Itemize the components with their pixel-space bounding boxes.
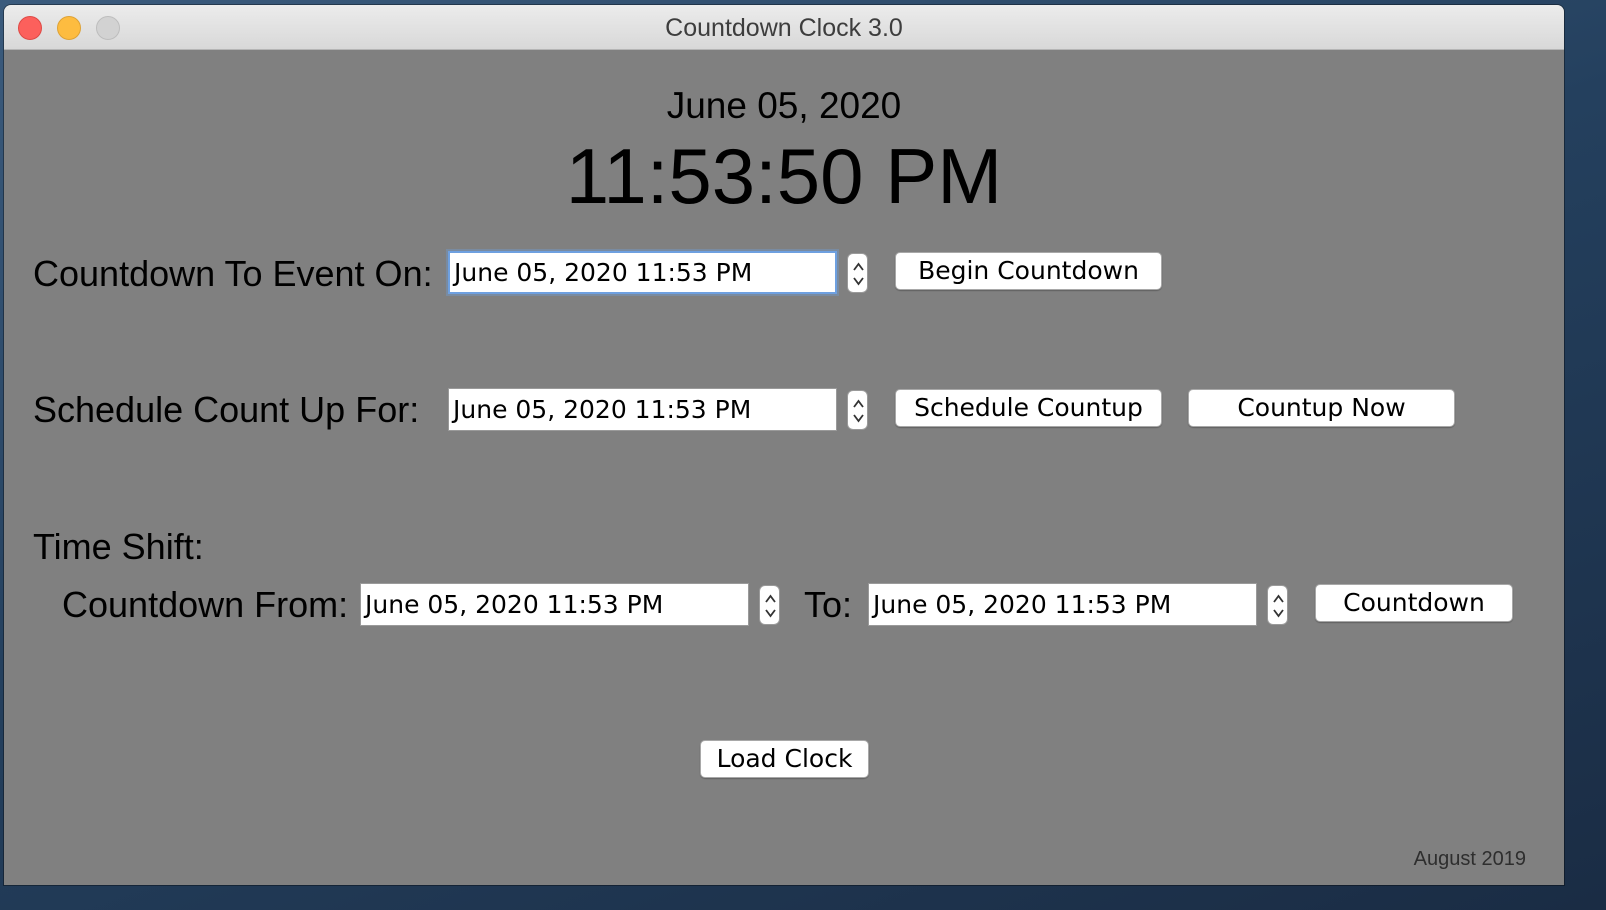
- current-time: 11:53:50 PM: [565, 132, 1003, 220]
- countdown-from-label: Countdown From:: [62, 584, 349, 625]
- countdown-event-label: Countdown To Event On:: [33, 253, 433, 294]
- countup-date-field[interactable]: June 05, 2020 11:53 PM: [448, 388, 837, 431]
- stepper-arrows-icon: [1273, 594, 1284, 618]
- countdown-button[interactable]: Countdown: [1315, 584, 1513, 622]
- countdown-from-stepper[interactable]: [759, 585, 780, 625]
- window-title: Countdown Clock 3.0: [665, 14, 903, 42]
- countup-now-button[interactable]: Countup Now: [1188, 389, 1455, 427]
- version-date: August 2019: [1413, 848, 1526, 870]
- begin-countdown-button[interactable]: Begin Countdown: [895, 252, 1162, 290]
- countup-label: Schedule Count Up For:: [33, 389, 420, 430]
- countdown-to-stepper[interactable]: [1267, 585, 1288, 625]
- countdown-to-date-field[interactable]: June 05, 2020 11:53 PM: [868, 583, 1257, 626]
- countdown-event-date-field[interactable]: June 05, 2020 11:53 PM: [448, 251, 837, 294]
- countdown-from-date-field[interactable]: June 05, 2020 11:53 PM: [360, 583, 749, 626]
- to-label: To:: [804, 584, 853, 625]
- stepper-arrows-icon: [853, 399, 864, 423]
- stepper-arrows-icon: [853, 262, 864, 286]
- current-date: June 05, 2020: [666, 85, 902, 126]
- app-window: Countdown Clock 3.0 June 05, 2020 11:53:…: [4, 5, 1564, 885]
- load-clock-button[interactable]: Load Clock: [700, 740, 869, 778]
- schedule-countup-button[interactable]: Schedule Countup: [895, 389, 1162, 427]
- countdown-event-stepper[interactable]: [847, 253, 868, 293]
- time-shift-label: Time Shift:: [33, 526, 204, 567]
- title-bar[interactable]: Countdown Clock 3.0: [4, 5, 1564, 50]
- stepper-arrows-icon: [765, 594, 776, 618]
- countup-stepper[interactable]: [847, 390, 868, 430]
